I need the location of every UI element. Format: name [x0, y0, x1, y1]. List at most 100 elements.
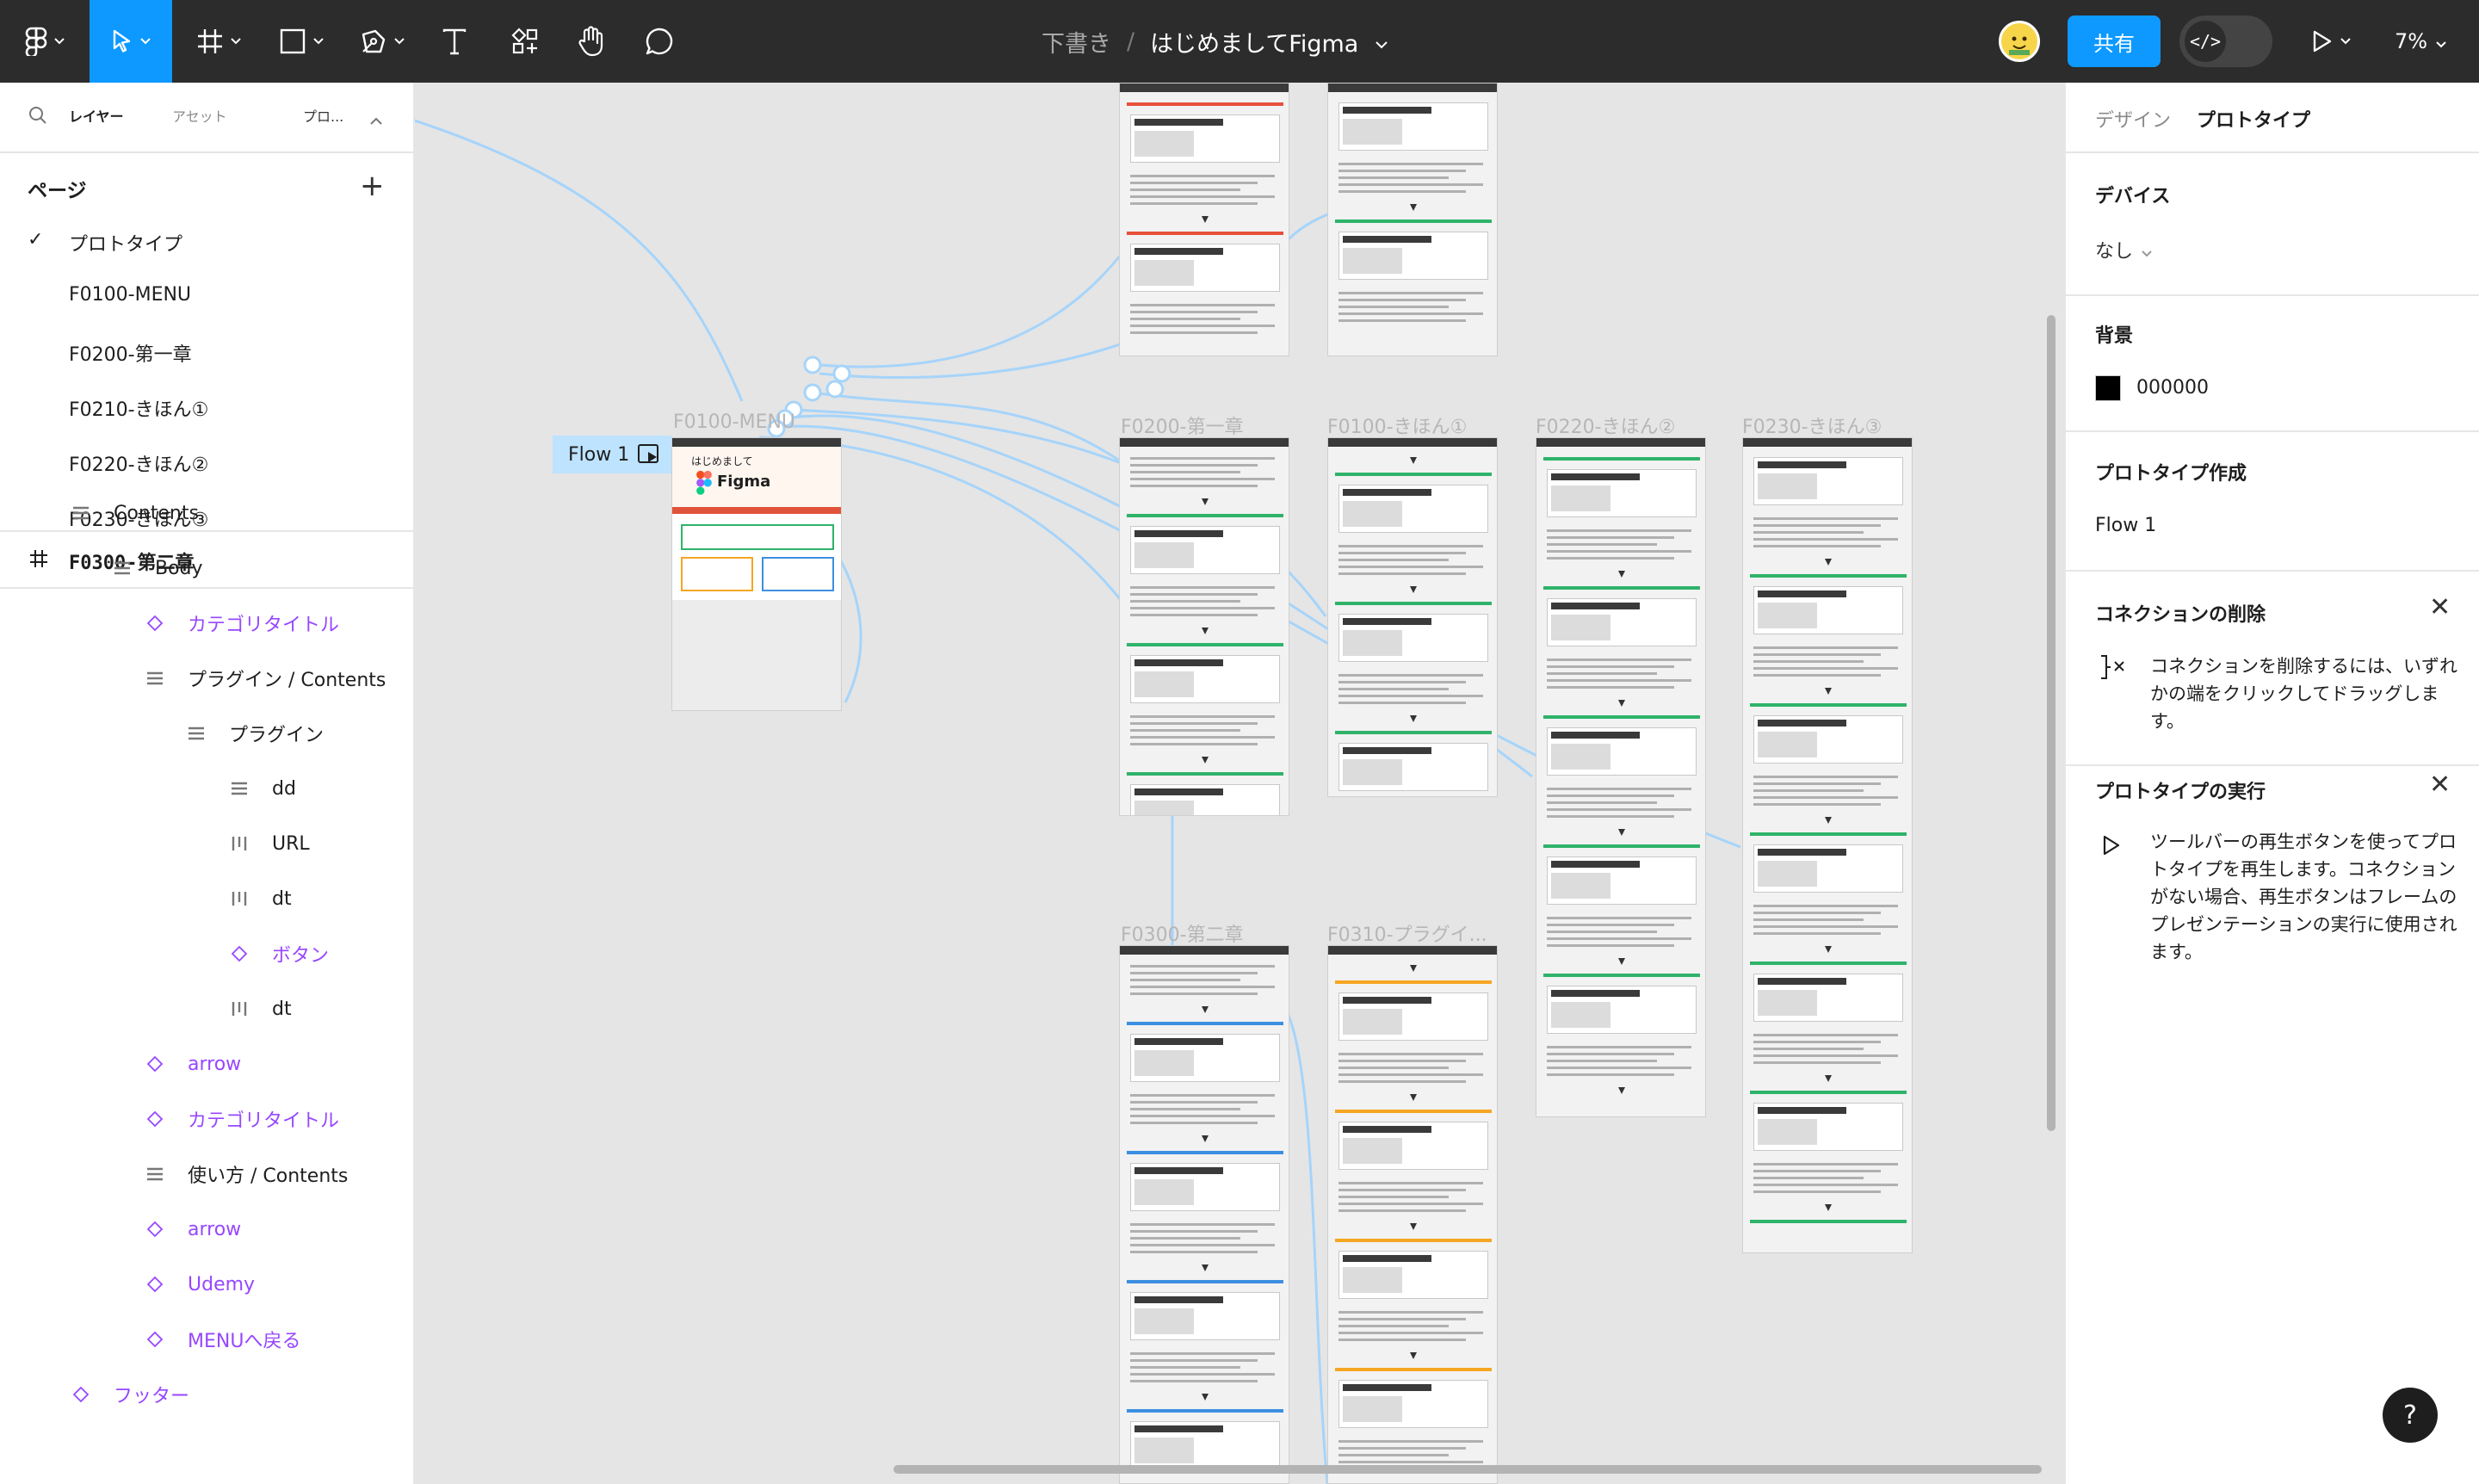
frame-text-line	[1338, 312, 1483, 315]
layer-row[interactable]: Contents	[72, 487, 199, 539]
pen-tool-button[interactable]	[348, 0, 417, 83]
page-frame[interactable]	[1119, 945, 1289, 1484]
share-button[interactable]: 共有	[2068, 15, 2161, 67]
vertical-scrollbar[interactable]	[2047, 315, 2056, 1131]
page-item[interactable]: プロトタイプ	[69, 229, 182, 257]
background-hex[interactable]: 000000	[2136, 377, 2209, 399]
frame-tool-button[interactable]	[184, 0, 253, 83]
text-tool-button[interactable]	[430, 0, 479, 83]
chevron-down-icon[interactable]	[2142, 244, 2152, 261]
layer-row[interactable]: URL	[231, 818, 310, 869]
move-tool-button[interactable]	[90, 0, 172, 83]
frame-text-line	[1338, 566, 1483, 568]
avatar[interactable]	[1999, 21, 2040, 62]
shape-tool-button[interactable]	[267, 0, 336, 83]
frame-image	[1753, 457, 1903, 505]
device-select[interactable]: なし	[2095, 236, 2133, 263]
layer-row[interactable]: カテゴリタイトル	[146, 1093, 339, 1145]
layer-row[interactable]: フッター	[72, 1369, 189, 1420]
tab-layers[interactable]: レイヤー	[69, 105, 124, 126]
page-frame[interactable]	[1327, 945, 1498, 1484]
page-item[interactable]: F0220-きほん②	[69, 449, 208, 477]
comment-tool-button[interactable]	[634, 0, 685, 83]
canvas[interactable]: F0100-MENU F0200-第一章 F0100-きほん① F0220-きほ…	[415, 83, 2064, 1484]
frame-text-line	[1338, 306, 1449, 308]
layer-row[interactable]: ボタン	[231, 928, 329, 980]
hand-tool-icon	[577, 26, 604, 57]
page-switcher[interactable]: プロ...	[303, 105, 343, 126]
connection-handle[interactable]	[825, 380, 844, 399]
frame-label[interactable]: F0100-きほん①	[1327, 411, 1467, 439]
frame-text-line	[1753, 1061, 1881, 1064]
document-title[interactable]: 下書き / はじめましてFigma	[1042, 0, 1388, 83]
hand-tool-button[interactable]	[565, 0, 616, 83]
frame-arrow	[1202, 628, 1209, 636]
search-icon[interactable]	[28, 105, 48, 129]
help-button[interactable]: ?	[2383, 1388, 2438, 1443]
connection-line[interactable]	[415, 83, 744, 402]
page-item[interactable]: F0210-きほん①	[69, 394, 208, 422]
frame-label[interactable]: F0100-MENU	[673, 411, 795, 433]
flow-item[interactable]: Flow 1	[2095, 515, 2156, 536]
page-item[interactable]: F0100-MENU	[69, 284, 191, 306]
layer-row[interactable]: Body	[114, 542, 203, 594]
frame-label[interactable]: F0220-きほん②	[1536, 411, 1675, 439]
layer-row[interactable]: MENUへ戻る	[146, 1314, 300, 1365]
layer-row[interactable]: dt	[231, 873, 292, 924]
frame-label[interactable]: F0200-第一章	[1121, 411, 1244, 439]
chevron-down-icon[interactable]	[1376, 28, 1388, 55]
tab-assets[interactable]: アセット	[172, 105, 227, 126]
connection-handle[interactable]	[803, 383, 822, 402]
play-flow-icon[interactable]	[637, 442, 661, 472]
horizontal-scrollbar[interactable]	[893, 1465, 2042, 1474]
frame-label[interactable]: F0230-きほん③	[1742, 411, 1882, 439]
resources-button[interactable]	[499, 0, 551, 83]
add-page-icon[interactable]: +	[360, 169, 385, 203]
connection-handle[interactable]	[832, 364, 851, 383]
auto-layout-vertical-icon	[188, 726, 217, 741]
layer-label: カテゴリタイトル	[188, 1110, 340, 1132]
layer-row[interactable]: カテゴリタイトル	[146, 597, 339, 649]
page-frame[interactable]	[1742, 437, 1913, 1253]
layer-row[interactable]: dd	[231, 763, 296, 814]
layer-row[interactable]: dt	[231, 983, 292, 1035]
layer-row[interactable]: 使い方 / Contents	[146, 1148, 348, 1200]
frame-label[interactable]: F0300-第二章	[1121, 919, 1244, 947]
layer-row[interactable]: arrow	[146, 1038, 241, 1090]
connection-handle[interactable]	[803, 356, 822, 374]
page-frame[interactable]	[1119, 437, 1289, 816]
layer-row[interactable]: プラグイン	[188, 708, 324, 759]
page-frame[interactable]	[1327, 437, 1498, 797]
frame-label[interactable]: F0310-プラグイ...	[1327, 919, 1487, 947]
frame-menu[interactable]: はじめまして Figma	[671, 437, 842, 711]
divider	[2066, 151, 2479, 153]
frame-text-line	[1753, 1041, 1881, 1043]
dev-mode-toggle[interactable]: </>	[2179, 15, 2272, 67]
page-frame[interactable]	[1119, 83, 1289, 356]
chevron-up-icon[interactable]	[370, 112, 382, 128]
tab-prototype[interactable]: プロトタイプ	[2197, 105, 2310, 133]
doc-name[interactable]: はじめましてFigma	[1150, 25, 1358, 59]
connection-line[interactable]	[812, 391, 1122, 463]
selected-frame-row[interactable]: F0300-第二章	[0, 534, 413, 587]
frame-heading	[1127, 1280, 1283, 1283]
page-frame[interactable]	[1536, 437, 1706, 1117]
zoom-control[interactable]: 7%	[2395, 0, 2446, 83]
connection-line[interactable]	[819, 198, 1406, 379]
page-item[interactable]: F0200-第一章	[69, 339, 192, 367]
layer-row[interactable]: Udemy	[146, 1258, 255, 1310]
frame-text-line	[1753, 524, 1881, 527]
close-icon[interactable]: ✕	[2429, 770, 2451, 800]
background-swatch[interactable]	[2095, 375, 2121, 401]
frame-text-line	[1130, 1237, 1240, 1240]
layer-row[interactable]: arrow	[146, 1203, 241, 1255]
doc-folder[interactable]: 下書き	[1042, 25, 1111, 59]
tab-design[interactable]: デザイン	[2095, 105, 2171, 133]
close-icon[interactable]: ✕	[2429, 592, 2451, 622]
frame-text-line	[1753, 918, 1864, 921]
layer-row[interactable]: プラグイン / Contents	[146, 652, 386, 704]
flow-starting-point[interactable]: Flow 1	[553, 436, 671, 473]
page-frame[interactable]	[1327, 83, 1498, 356]
present-button[interactable]	[2297, 0, 2365, 83]
main-menu-button[interactable]	[12, 0, 77, 83]
